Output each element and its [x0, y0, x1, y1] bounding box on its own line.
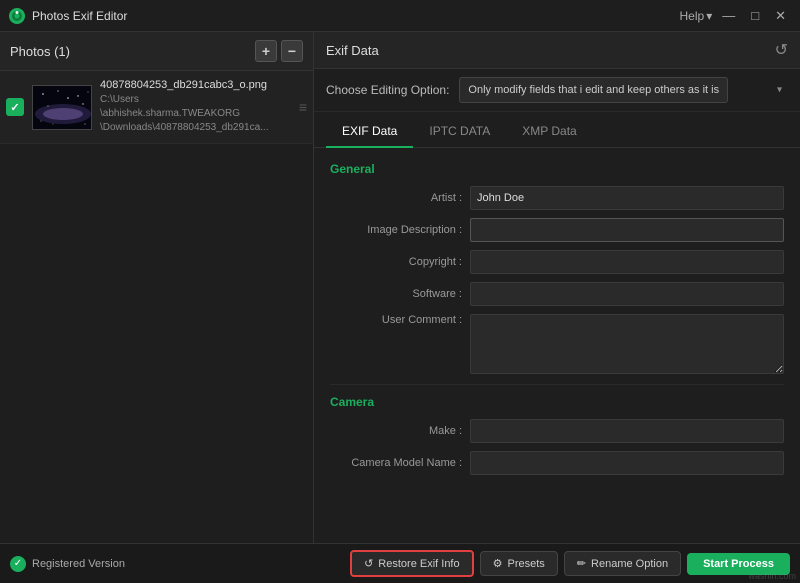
watermark: washin.com	[748, 571, 796, 581]
restore-exif-button[interactable]: ↺ Restore Exif Info	[350, 550, 474, 577]
title-bar-left: Photos Exif Editor	[8, 7, 127, 25]
add-photo-button[interactable]: +	[255, 40, 277, 62]
photo-item[interactable]: ✓	[0, 71, 313, 144]
main-layout: Photos (1) + − ✓	[0, 32, 800, 543]
tab-exif-data[interactable]: EXIF Data	[326, 116, 413, 148]
title-bar: Photos Exif Editor Help ▾ — □ ✕	[0, 0, 800, 32]
right-panel: Exif Data ↺ Choose Editing Option: Only …	[314, 32, 800, 543]
presets-button[interactable]: ⚙ Presets	[480, 551, 558, 576]
editing-option-select[interactable]: Only modify fields that i edit and keep …	[459, 77, 728, 103]
image-description-input[interactable]	[470, 218, 784, 242]
editing-option-wrapper: Only modify fields that i edit and keep …	[459, 77, 788, 103]
bottom-bar: ✓ Registered Version ↺ Restore Exif Info…	[0, 543, 800, 583]
restore-icon: ↺	[364, 557, 373, 570]
status-text: Registered Version	[32, 558, 125, 570]
bottom-actions: ↺ Restore Exif Info ⚙ Presets ✏ Rename O…	[350, 550, 790, 577]
make-input[interactable]	[470, 419, 784, 443]
make-label: Make :	[330, 425, 470, 437]
copyright-label: Copyright :	[330, 256, 470, 268]
camera-section-label: Camera	[330, 395, 784, 409]
minimize-button[interactable]: —	[716, 6, 741, 25]
select-arrow-icon: ▾	[777, 85, 782, 96]
photo-path: C:\Users \abhishek.sharma.TWEAKORG \Down…	[100, 93, 295, 135]
image-description-label: Image Description :	[330, 224, 470, 236]
app-title: Photos Exif Editor	[32, 9, 127, 23]
artist-row: Artist :	[330, 186, 784, 210]
copyright-row: Copyright :	[330, 250, 784, 274]
camera-model-row: Camera Model Name :	[330, 451, 784, 475]
general-section-label: General	[330, 162, 784, 176]
user-comment-input[interactable]	[470, 314, 784, 374]
photos-header: Photos (1) + −	[0, 32, 313, 71]
help-button[interactable]: Help ▾	[680, 9, 713, 23]
photo-name: 40878804253_db291cabc3_o.png	[100, 79, 295, 91]
photo-thumbnail	[32, 85, 92, 130]
section-divider	[330, 384, 784, 385]
editing-option-label: Choose Editing Option:	[326, 83, 449, 97]
drag-handle-icon: ≡	[299, 99, 307, 115]
status-dot-icon: ✓	[10, 556, 26, 572]
artist-input[interactable]	[470, 186, 784, 210]
copyright-input[interactable]	[470, 250, 784, 274]
rename-icon: ✏	[577, 557, 586, 570]
exif-title: Exif Data	[326, 43, 379, 58]
check-icon: ✓	[10, 101, 19, 114]
user-comment-row: User Comment :	[330, 314, 784, 374]
photo-info: 40878804253_db291cabc3_o.png C:\Users \a…	[100, 79, 295, 135]
exif-header: Exif Data ↺	[314, 32, 800, 69]
status-section: ✓ Registered Version	[10, 556, 344, 572]
software-input[interactable]	[470, 282, 784, 306]
form-area: General Artist : Image Description : Cop…	[314, 148, 800, 543]
camera-model-label: Camera Model Name :	[330, 457, 470, 469]
app-icon	[8, 7, 26, 25]
photos-title: Photos (1)	[10, 44, 70, 59]
make-row: Make :	[330, 419, 784, 443]
camera-model-input[interactable]	[470, 451, 784, 475]
rename-option-button[interactable]: ✏ Rename Option	[564, 551, 681, 576]
software-row: Software :	[330, 282, 784, 306]
software-label: Software :	[330, 288, 470, 300]
photos-actions: + −	[255, 40, 303, 62]
check-status-icon: ✓	[14, 558, 22, 569]
chevron-down-icon: ▾	[706, 9, 712, 23]
presets-icon: ⚙	[493, 557, 503, 570]
photo-thumb-inner	[33, 86, 91, 129]
image-description-row: Image Description :	[330, 218, 784, 242]
close-button[interactable]: ✕	[769, 6, 792, 26]
refresh-button[interactable]: ↺	[775, 40, 788, 60]
editing-option-bar: Choose Editing Option: Only modify field…	[314, 69, 800, 112]
photo-checkbox[interactable]: ✓	[6, 98, 24, 116]
remove-photo-button[interactable]: −	[281, 40, 303, 62]
user-comment-label: User Comment :	[330, 314, 470, 326]
tab-iptc-data[interactable]: IPTC DATA	[413, 116, 506, 148]
left-panel: Photos (1) + − ✓	[0, 32, 314, 543]
title-bar-right: Help ▾ — □ ✕	[680, 6, 792, 26]
artist-label: Artist :	[330, 192, 470, 204]
tabs-bar: EXIF Data IPTC DATA XMP Data	[314, 116, 800, 148]
thumbnail-image	[33, 86, 92, 130]
maximize-button[interactable]: □	[745, 6, 765, 25]
tab-xmp-data[interactable]: XMP Data	[506, 116, 592, 148]
